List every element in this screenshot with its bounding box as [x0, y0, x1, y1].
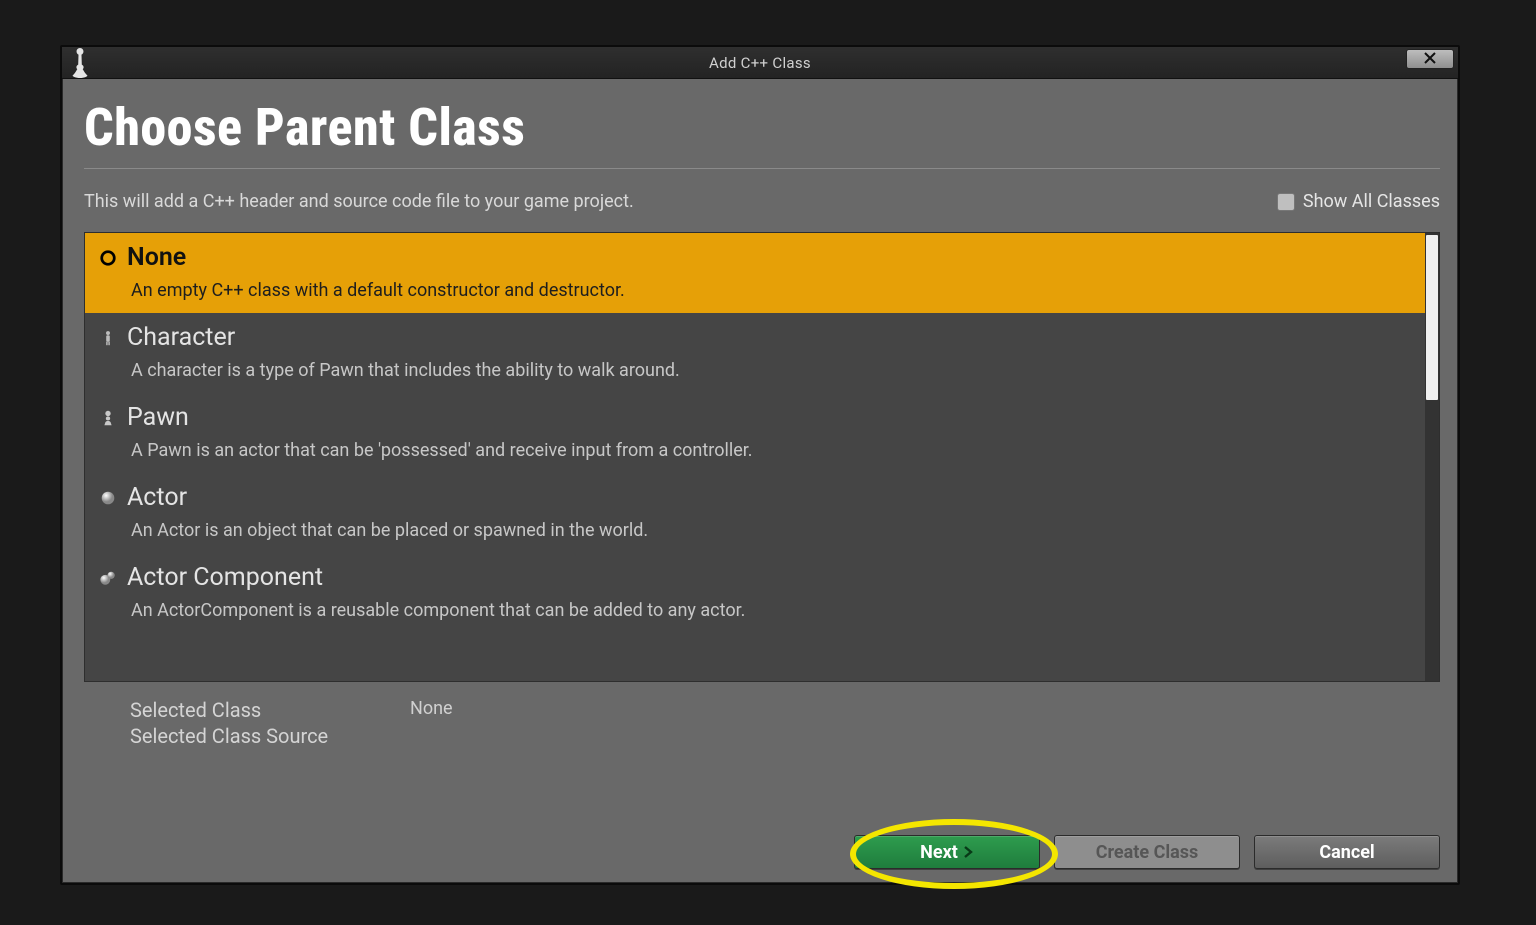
show-all-classes-label: Show All Classes — [1303, 191, 1440, 212]
selected-class-value: None — [410, 698, 453, 722]
unreal-logo-icon — [62, 47, 98, 79]
cancel-button-label: Cancel — [1319, 842, 1374, 863]
page-subtitle: This will add a C++ header and source co… — [84, 191, 634, 212]
class-option-desc: An Actor is an object that can be placed… — [99, 520, 1409, 541]
window-title: Add C++ Class — [62, 54, 1458, 72]
class-option-desc: An empty C++ class with a default constr… — [99, 280, 1409, 301]
class-option-name: Pawn — [127, 403, 189, 432]
class-option-name: None — [127, 243, 186, 272]
class-option-desc: A Pawn is an actor that can be 'possesse… — [99, 440, 1409, 461]
add-class-dialog: Add C++ Class Choose Parent Class This w… — [60, 45, 1460, 885]
create-class-button: Create Class — [1054, 835, 1240, 869]
checkbox-icon — [1277, 193, 1295, 211]
character-icon — [99, 329, 117, 347]
scrollbar[interactable] — [1425, 233, 1439, 681]
titlebar: Add C++ Class — [62, 47, 1458, 79]
selected-class-label: Selected Class — [130, 698, 370, 722]
actor-icon — [99, 489, 117, 507]
show-all-classes-checkbox[interactable]: Show All Classes — [1277, 191, 1440, 212]
pawn-icon — [99, 409, 117, 427]
create-class-button-label: Create Class — [1096, 842, 1199, 863]
divider — [84, 168, 1440, 169]
class-option-desc: A character is a type of Pawn that inclu… — [99, 360, 1409, 381]
class-option-none[interactable]: None An empty C++ class with a default c… — [85, 233, 1425, 313]
dialog-footer: Next Create Class Cancel — [84, 823, 1440, 869]
next-button[interactable]: Next — [854, 835, 1040, 869]
none-icon — [99, 249, 117, 267]
close-icon — [1424, 50, 1436, 68]
class-option-name: Actor — [127, 483, 187, 512]
class-option-pawn[interactable]: Pawn A Pawn is an actor that can be 'pos… — [85, 393, 1425, 473]
next-button-label: Next — [920, 842, 958, 863]
dialog-content: Choose Parent Class This will add a C++ … — [62, 79, 1458, 883]
parent-class-list: None An empty C++ class with a default c… — [84, 232, 1440, 682]
cancel-button[interactable]: Cancel — [1254, 835, 1440, 869]
class-option-actor-component[interactable]: Actor Component An ActorComponent is a r… — [85, 553, 1425, 633]
class-option-actor[interactable]: Actor An Actor is an object that can be … — [85, 473, 1425, 553]
chevron-right-icon — [962, 842, 974, 863]
class-option-name: Character — [127, 323, 235, 352]
class-option-desc: An ActorComponent is a reusable componen… — [99, 600, 1409, 621]
selected-info: Selected Class None Selected Class Sourc… — [84, 682, 1440, 756]
class-option-name: Actor Component — [127, 563, 323, 592]
selected-class-source-label: Selected Class Source — [130, 724, 370, 748]
class-option-character[interactable]: Character A character is a type of Pawn … — [85, 313, 1425, 393]
scrollbar-thumb[interactable] — [1426, 235, 1438, 400]
page-title: Choose Parent Class — [84, 97, 1440, 158]
close-button[interactable] — [1406, 49, 1454, 69]
actor-component-icon — [99, 569, 117, 587]
